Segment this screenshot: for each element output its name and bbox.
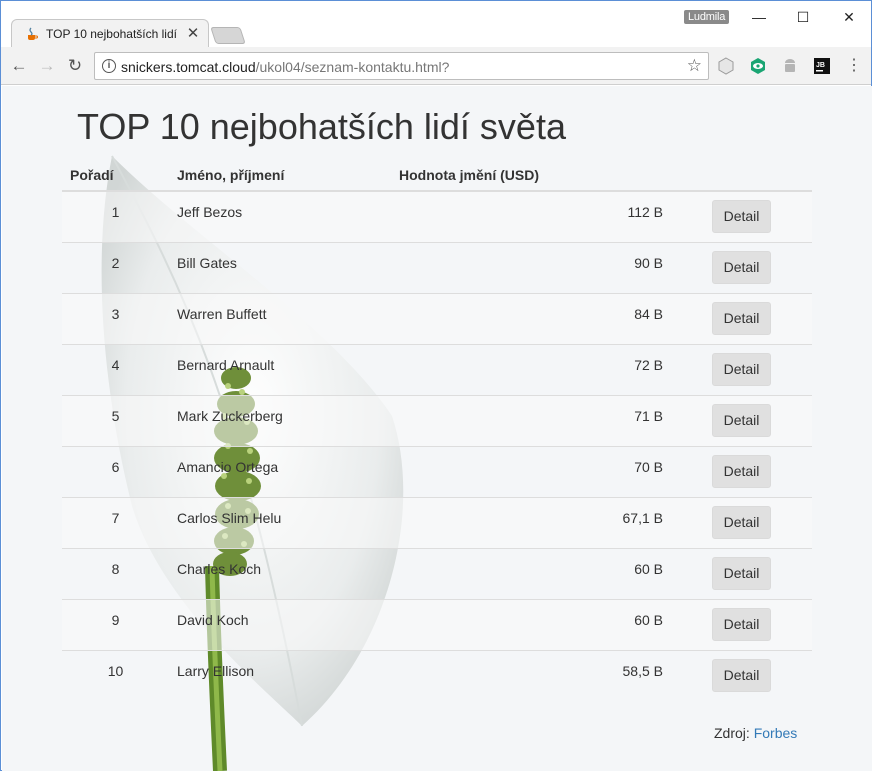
close-window-button[interactable]: ✕	[831, 5, 867, 29]
cell-rank: 5	[62, 394, 169, 446]
cell-action: Detail	[671, 598, 812, 650]
detail-button[interactable]: Detail	[711, 200, 772, 233]
tab-title: TOP 10 nejbohatších lidí	[46, 27, 177, 41]
detail-button[interactable]: Detail	[711, 403, 772, 437]
browser-tab[interactable]: TOP 10 nejbohatších lidí ✕	[11, 19, 209, 48]
table-row: 9 David Koch 60 B Detail	[62, 598, 812, 650]
profile-user-name[interactable]: Ludmila	[684, 10, 730, 24]
cell-rank: 7	[62, 496, 169, 548]
cell-name: Charles Koch	[169, 547, 391, 599]
detail-button[interactable]: Detail	[711, 352, 772, 386]
cell-rank: 6	[62, 445, 169, 497]
column-header-name: Jméno, příjmení	[169, 159, 391, 192]
cell-action: Detail	[671, 445, 812, 497]
source-note: Zdroj: Forbes	[714, 725, 797, 741]
cell-name: Jeff Bezos	[169, 191, 391, 242]
new-tab-button[interactable]	[210, 27, 246, 44]
cell-name: Bernard Arnault	[169, 343, 391, 395]
cell-action: Detail	[671, 241, 812, 293]
detail-button[interactable]: Detail	[711, 658, 772, 692]
svg-text:JB: JB	[816, 62, 825, 69]
cell-action: Detail	[671, 649, 812, 701]
cell-action: Detail	[671, 292, 812, 344]
cell-action: Detail	[671, 343, 812, 395]
cell-value: 90 B	[391, 241, 671, 293]
cell-action: Detail	[671, 496, 812, 548]
menu-dots-icon[interactable]: ⋮	[843, 55, 865, 77]
back-arrow-icon[interactable]: ←	[8, 55, 30, 77]
cell-name: David Koch	[169, 598, 391, 650]
cell-value: 67,1 B	[391, 496, 671, 548]
page-title: TOP 10 nejbohatších lidí světa	[77, 106, 566, 147]
extension-eye-icon[interactable]	[749, 57, 767, 75]
cell-rank: 8	[62, 547, 169, 599]
browser-toolbar: ← → ↻ i snickers.tomcat.cloud/ukol04/sez…	[1, 47, 871, 85]
maximize-button[interactable]: ☐	[785, 5, 821, 29]
cell-value: 60 B	[391, 547, 671, 599]
cell-value: 60 B	[391, 598, 671, 650]
cell-action: Detail	[671, 547, 812, 599]
cell-value: 70 B	[391, 445, 671, 497]
column-header-rank: Pořadí	[62, 159, 169, 192]
cell-action: Detail	[671, 191, 812, 242]
cell-value: 72 B	[391, 343, 671, 395]
cell-name: Bill Gates	[169, 241, 391, 293]
table-header-row: Pořadí Jméno, příjmení Hodnota jmění (US…	[62, 159, 812, 192]
cell-rank: 1	[62, 191, 169, 242]
info-icon[interactable]: i	[102, 59, 116, 73]
table-row: 10 Larry Ellison 58,5 B Detail	[62, 649, 812, 701]
cell-rank: 9	[62, 598, 169, 650]
column-header-value: Hodnota jmění (USD)	[391, 159, 671, 192]
table-row: 4 Bernard Arnault 72 B Detail	[62, 343, 812, 395]
detail-button[interactable]: Detail	[711, 301, 772, 335]
page-viewport: TOP 10 nejbohatších lidí světa Pořadí Jm…	[2, 86, 872, 771]
cell-name: Warren Buffett	[169, 292, 391, 344]
detail-button[interactable]: Detail	[711, 607, 772, 641]
cell-name: Larry Ellison	[169, 649, 391, 701]
bookmark-star-icon[interactable]: ☆	[687, 56, 702, 76]
cell-name: Amancio Ortega	[169, 445, 391, 497]
cell-action: Detail	[671, 394, 812, 446]
source-link[interactable]: Forbes	[754, 725, 798, 741]
browser-window: TOP 10 nejbohatších lidí ✕ Ludmila — ☐ ✕…	[0, 0, 872, 771]
table-row: 2 Bill Gates 90 B Detail	[62, 241, 812, 293]
cell-rank: 10	[62, 649, 169, 701]
table-row: 6 Amancio Ortega 70 B Detail	[62, 445, 812, 497]
detail-button[interactable]: Detail	[711, 556, 772, 590]
address-bar[interactable]: i snickers.tomcat.cloud/ukol04/seznam-ko…	[94, 52, 709, 80]
cell-name: Mark Zuckerberg	[169, 394, 391, 446]
column-header-action	[671, 159, 812, 192]
extension-hexagon-icon[interactable]	[717, 57, 735, 75]
url-host: snickers.tomcat.cloud	[121, 59, 256, 75]
url-text: snickers.tomcat.cloud/ukol04/seznam-kont…	[121, 59, 449, 75]
forward-arrow-icon[interactable]: →	[36, 55, 58, 77]
cell-rank: 3	[62, 292, 169, 344]
tab-close-icon[interactable]: ✕	[185, 24, 201, 42]
android-icon[interactable]	[781, 57, 799, 75]
url-path: /ukol04/seznam-kontaktu.html?	[255, 59, 450, 75]
java-cup-icon	[28, 27, 38, 40]
cell-rank: 4	[62, 343, 169, 395]
detail-button[interactable]: Detail	[711, 250, 772, 284]
detail-button[interactable]: Detail	[711, 454, 772, 488]
title-bar: TOP 10 nejbohatších lidí ✕ Ludmila — ☐ ✕	[1, 1, 871, 48]
cell-value: 112 B	[391, 191, 671, 242]
table-row: 5 Mark Zuckerberg 71 B Detail	[62, 394, 812, 446]
jetbrains-icon[interactable]: JB	[813, 57, 831, 75]
table-row: 8 Charles Koch 60 B Detail	[62, 547, 812, 599]
cell-rank: 2	[62, 241, 169, 293]
richest-people-table: Pořadí Jméno, příjmení Hodnota jmění (US…	[62, 159, 812, 701]
cell-value: 58,5 B	[391, 649, 671, 701]
reload-icon[interactable]: ↻	[64, 55, 86, 77]
table-row: 1 Jeff Bezos 112 B Detail	[62, 191, 812, 242]
source-label: Zdroj:	[714, 725, 750, 741]
table-row: 7 Carlos Slim Helu 67,1 B Detail	[62, 496, 812, 548]
cell-name: Carlos Slim Helu	[169, 496, 391, 548]
table-row: 3 Warren Buffett 84 B Detail	[62, 292, 812, 344]
minimize-button[interactable]: —	[741, 5, 777, 29]
cell-value: 84 B	[391, 292, 671, 344]
detail-button[interactable]: Detail	[711, 505, 772, 539]
cell-value: 71 B	[391, 394, 671, 446]
